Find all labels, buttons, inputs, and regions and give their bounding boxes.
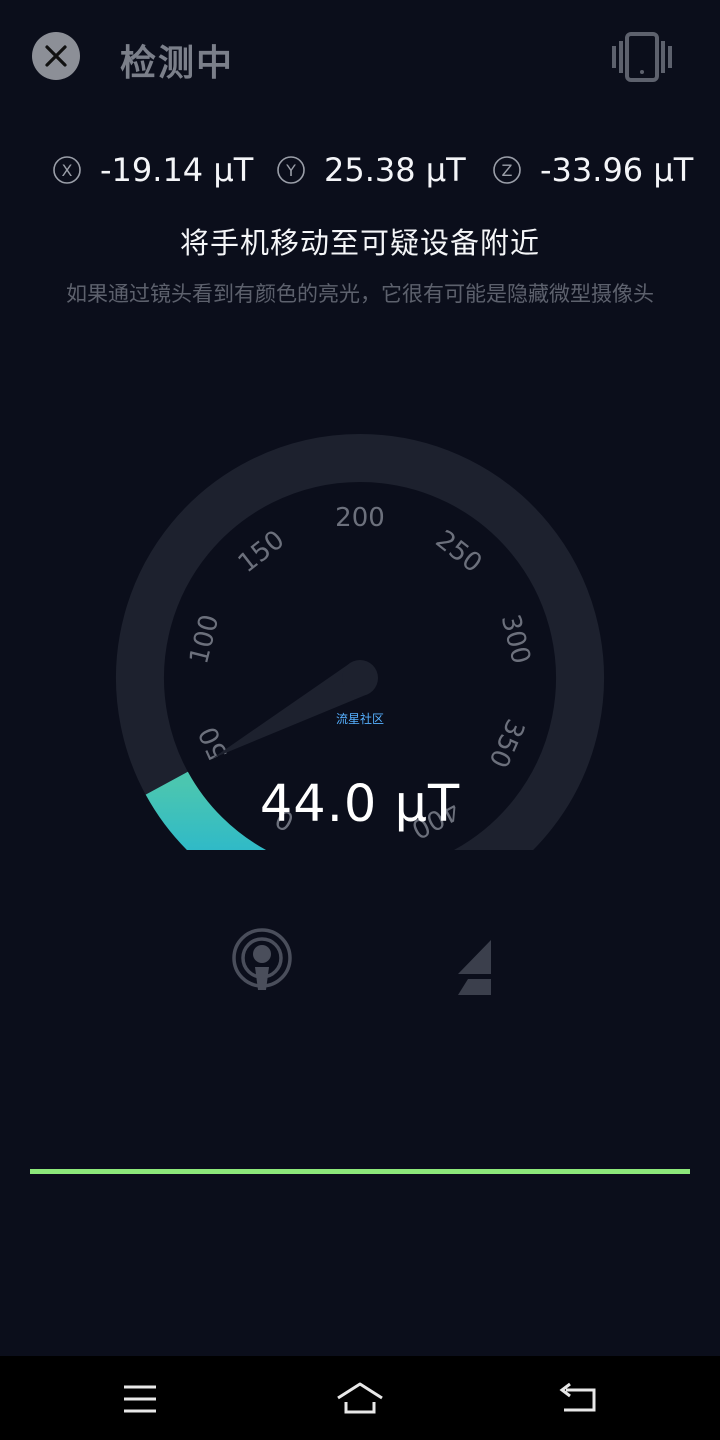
signal-detector-icon	[232, 928, 292, 990]
watermark-text: 流星社区	[335, 712, 384, 726]
axis-x-readout: X -19.14 μT	[52, 140, 253, 200]
field-strength-reading: 44.0 μT	[259, 775, 461, 834]
gauge-tick-label: 150	[233, 525, 291, 579]
signal-detector-button[interactable]	[230, 925, 294, 995]
gauge-tick-label: 200	[335, 503, 385, 533]
close-button[interactable]	[32, 32, 80, 80]
lightning-icon	[458, 940, 491, 995]
menu-button[interactable]	[110, 1374, 170, 1424]
hint-text: 如果通过镜头看到有颜色的亮光，它很有可能是隐藏微型摄像头	[66, 282, 654, 306]
x-axis-value: -19.14 μT	[100, 151, 254, 189]
close-icon	[45, 45, 67, 67]
vibrate-button[interactable]	[608, 32, 676, 82]
navigation-bar	[0, 1356, 720, 1440]
z-axis-icon-letter: Z	[502, 161, 513, 180]
header: 检测中	[0, 0, 720, 112]
gauge-tick-label: 100	[184, 612, 225, 667]
back-icon	[559, 1382, 596, 1412]
instruction-text: 将手机移动至可疑设备附近	[179, 226, 540, 260]
menu-icon	[124, 1385, 156, 1413]
y-axis-icon: Y	[277, 156, 305, 184]
gauge-hub	[342, 660, 378, 696]
axis-z-readout: Z -33.96 μT	[492, 140, 693, 200]
home-button[interactable]	[330, 1374, 390, 1424]
x-axis-icon-letter: X	[62, 161, 73, 180]
z-axis-icon: Z	[493, 156, 521, 184]
scan-progress-bar	[30, 1169, 690, 1174]
z-axis-value: -33.96 μT	[540, 151, 694, 189]
back-button[interactable]	[550, 1374, 610, 1424]
axis-y-readout: Y 25.38 μT	[276, 140, 466, 200]
gauge-tick-label: 300	[495, 612, 536, 667]
lightning-button[interactable]	[446, 932, 510, 1002]
vibrate-phone-icon	[612, 32, 672, 82]
gauge-tick-label: 350	[482, 714, 530, 772]
x-axis-icon: X	[53, 156, 81, 184]
gauge-tick-label: 250	[430, 525, 488, 579]
scan-progress-fill	[30, 1169, 690, 1174]
y-axis-icon-letter: Y	[285, 161, 296, 180]
home-icon	[337, 1382, 383, 1414]
gauge-tick-label: 50	[193, 722, 234, 764]
axis-readouts: X -19.14 μT Y 25.38 μT Z -33.96 μT	[0, 140, 720, 200]
page-title: 检测中	[120, 43, 235, 84]
y-axis-value: 25.38 μT	[324, 151, 466, 189]
